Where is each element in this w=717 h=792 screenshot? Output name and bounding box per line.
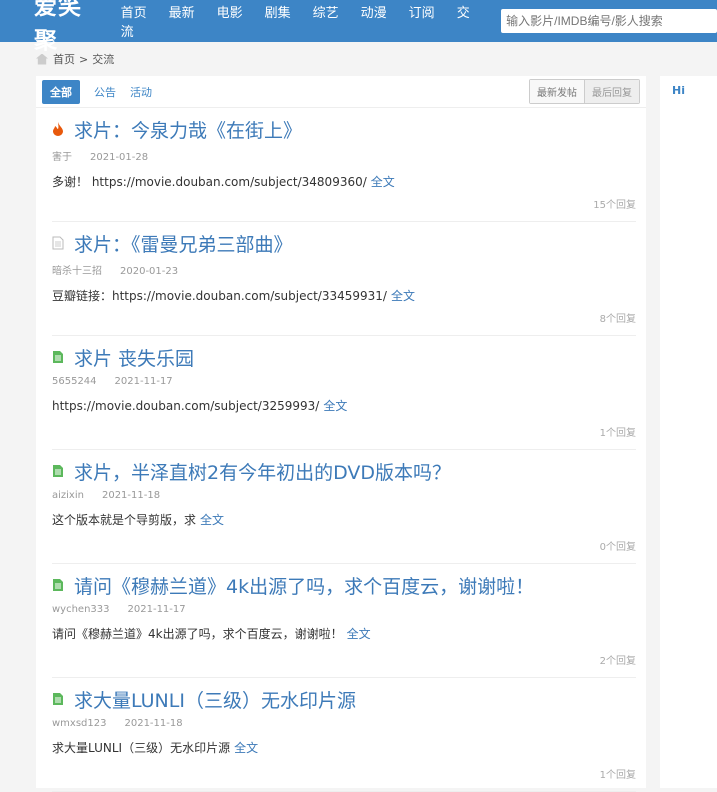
sidebar-greeting: Hi <box>672 84 685 97</box>
nav-series[interactable]: 剧集 <box>265 6 291 21</box>
post-title-row: 求片 丧失乐园 <box>52 344 636 371</box>
sort-newest-button[interactable]: 最新发帖 <box>530 80 584 103</box>
nav-anime[interactable]: 动漫 <box>361 6 387 21</box>
post-item: 请问《穆赫兰道》4k出源了吗，求个百度云，谢谢啦！ wychen333 2021-… <box>52 564 636 678</box>
document-icon <box>52 575 74 597</box>
post-excerpt-text: 这个版本就是个导剪版，求 <box>52 513 197 527</box>
tab-all[interactable]: 全部 <box>42 79 80 104</box>
reply-count: 2个回复 <box>599 656 636 667</box>
home-icon <box>36 53 48 65</box>
post-date: 2021-01-28 <box>90 152 149 163</box>
post-excerpt-text: 多谢！ https://movie.douban.com/subject/348… <box>52 175 367 189</box>
read-more-link[interactable]: 全文 <box>234 741 258 755</box>
post-author[interactable]: 害于 <box>52 152 72 163</box>
post-date: 2021-11-17 <box>114 376 173 387</box>
post-author[interactable]: wychen333 <box>52 604 110 615</box>
reply-count: 0个回复 <box>599 542 636 553</box>
post-excerpt: 这个版本就是个导剪版，求 全文 <box>52 511 636 528</box>
breadcrumb-current: 交流 <box>92 53 115 66</box>
site-logo[interactable]: 爱笑聚 <box>34 0 105 55</box>
tab-announcements[interactable]: 公告 <box>94 84 116 100</box>
nav-home[interactable]: 首页 <box>121 6 147 21</box>
post-title[interactable]: 求片 丧失乐园 <box>74 344 194 371</box>
post-title-row: 求片：《雷曼兄弟三部曲》 <box>52 230 636 257</box>
post-title[interactable]: 求片：《雷曼兄弟三部曲》 <box>74 230 293 257</box>
post-excerpt: https://movie.douban.com/subject/3259993… <box>52 397 636 414</box>
read-more-link[interactable]: 全文 <box>323 399 347 413</box>
tab-events[interactable]: 活动 <box>130 84 152 100</box>
search-input[interactable] <box>501 9 717 33</box>
post-item: 求片：今泉力哉《在街上》 害于 2021-01-28 多谢！ https://mo… <box>52 108 636 222</box>
breadcrumb-home[interactable]: 首页 <box>53 51 75 67</box>
fire-icon <box>52 119 74 141</box>
nav-variety[interactable]: 综艺 <box>313 6 339 21</box>
document-icon <box>52 347 74 369</box>
breadcrumb-separator: > <box>79 52 89 66</box>
read-more-link[interactable]: 全文 <box>391 289 415 303</box>
post-excerpt-text: https://movie.douban.com/subject/3259993… <box>52 399 320 413</box>
nav-subscribe[interactable]: 订阅 <box>409 6 435 21</box>
post-item: 求片，半泽直树2有今年初出的DVD版本吗？ aizixin 2021-11-18 … <box>52 450 636 564</box>
sidebar: Hi <box>660 76 717 788</box>
post-meta: wychen333 2021-11-17 <box>52 604 636 615</box>
post-author[interactable]: wmxsd123 <box>52 718 106 729</box>
post-title[interactable]: 求片，半泽直树2有今年初出的DVD版本吗？ <box>74 458 451 485</box>
post-author[interactable]: 暗杀十三招 <box>52 266 102 277</box>
post-excerpt-text: 求大量LUNLI（三级）无水印片源 <box>52 741 231 755</box>
post-list-panel: 全部 公告 活动 最新发帖 最后回复 求片：今泉力哉《在街上》 害于 2021-0… <box>36 76 646 792</box>
post-date: 2021-11-18 <box>101 490 161 501</box>
post-excerpt: 求大量LUNLI（三级）无水印片源 全文 <box>52 739 636 756</box>
post-excerpt-text: 豆瓣链接：https://movie.douban.com/subject/33… <box>52 289 387 303</box>
filter-tabs: 全部 公告 活动 最新发帖 最后回复 <box>36 76 646 108</box>
post-date: 2021-11-17 <box>127 604 186 615</box>
breadcrumb: 首页 > 交流 <box>0 42 717 76</box>
post-meta: wmxsd123 2021-11-18 <box>52 718 636 729</box>
post-meta: 暗杀十三招 2020-01-23 <box>52 262 636 277</box>
reply-count: 1个回复 <box>599 770 636 781</box>
post-item: 求大量LUNLI（三级）无水印片源 wmxsd123 2021-11-18 求大量… <box>52 678 636 792</box>
post-meta: 5655244 2021-11-17 <box>52 376 636 387</box>
nav-latest[interactable]: 最新 <box>169 6 195 21</box>
post-title[interactable]: 求大量LUNLI（三级）无水印片源 <box>74 686 356 713</box>
post-title-row: 求片，半泽直树2有今年初出的DVD版本吗？ <box>52 458 636 485</box>
post-meta: 害于 2021-01-28 <box>52 148 636 163</box>
reply-count: 1个回复 <box>599 428 636 439</box>
top-header: 爱笑聚 首页 最新 电影 剧集 综艺 动漫 订阅 交流 <box>0 0 717 54</box>
document-icon <box>52 233 74 255</box>
post-item: 求片 丧失乐园 5655244 2021-11-17 https://movie.… <box>52 336 636 450</box>
post-date: 2021-11-18 <box>124 718 183 729</box>
post-meta: aizixin 2021-11-18 <box>52 490 636 501</box>
post-author[interactable]: aizixin <box>52 490 84 501</box>
post-excerpt: 请问《穆赫兰道》4k出源了吗，求个百度云，谢谢啦！ 全文 <box>52 625 636 642</box>
post-excerpt: 豆瓣链接：https://movie.douban.com/subject/33… <box>52 287 636 304</box>
document-icon <box>52 461 74 483</box>
reply-count: 8个回复 <box>599 314 636 325</box>
post-author[interactable]: 5655244 <box>52 376 97 387</box>
document-icon <box>52 689 74 711</box>
sort-toggle: 最新发帖 最后回复 <box>529 79 640 104</box>
main-nav: 首页 最新 电影 剧集 综艺 动漫 订阅 交流 <box>121 2 498 40</box>
post-date: 2020-01-23 <box>120 266 179 277</box>
post-item: 求片：《雷曼兄弟三部曲》 暗杀十三招 2020-01-23 豆瓣链接：https:… <box>52 222 636 336</box>
post-title-row: 求片：今泉力哉《在街上》 <box>52 116 636 143</box>
post-title[interactable]: 请问《穆赫兰道》4k出源了吗，求个百度云，谢谢啦！ <box>74 572 534 599</box>
read-more-link[interactable]: 全文 <box>347 627 371 641</box>
post-title-row: 求大量LUNLI（三级）无水印片源 <box>52 686 636 713</box>
post-title[interactable]: 求片：今泉力哉《在街上》 <box>74 116 302 143</box>
post-excerpt: 多谢！ https://movie.douban.com/subject/348… <box>52 173 636 190</box>
post-title-row: 请问《穆赫兰道》4k出源了吗，求个百度云，谢谢啦！ <box>52 572 636 599</box>
post-excerpt-text: 请问《穆赫兰道》4k出源了吗，求个百度云，谢谢啦！ <box>52 627 343 641</box>
reply-count: 15个回复 <box>593 200 636 211</box>
sort-last-reply-button[interactable]: 最后回复 <box>584 80 639 103</box>
nav-movies[interactable]: 电影 <box>217 6 243 21</box>
read-more-link[interactable]: 全文 <box>200 513 224 527</box>
read-more-link[interactable]: 全文 <box>371 175 395 189</box>
